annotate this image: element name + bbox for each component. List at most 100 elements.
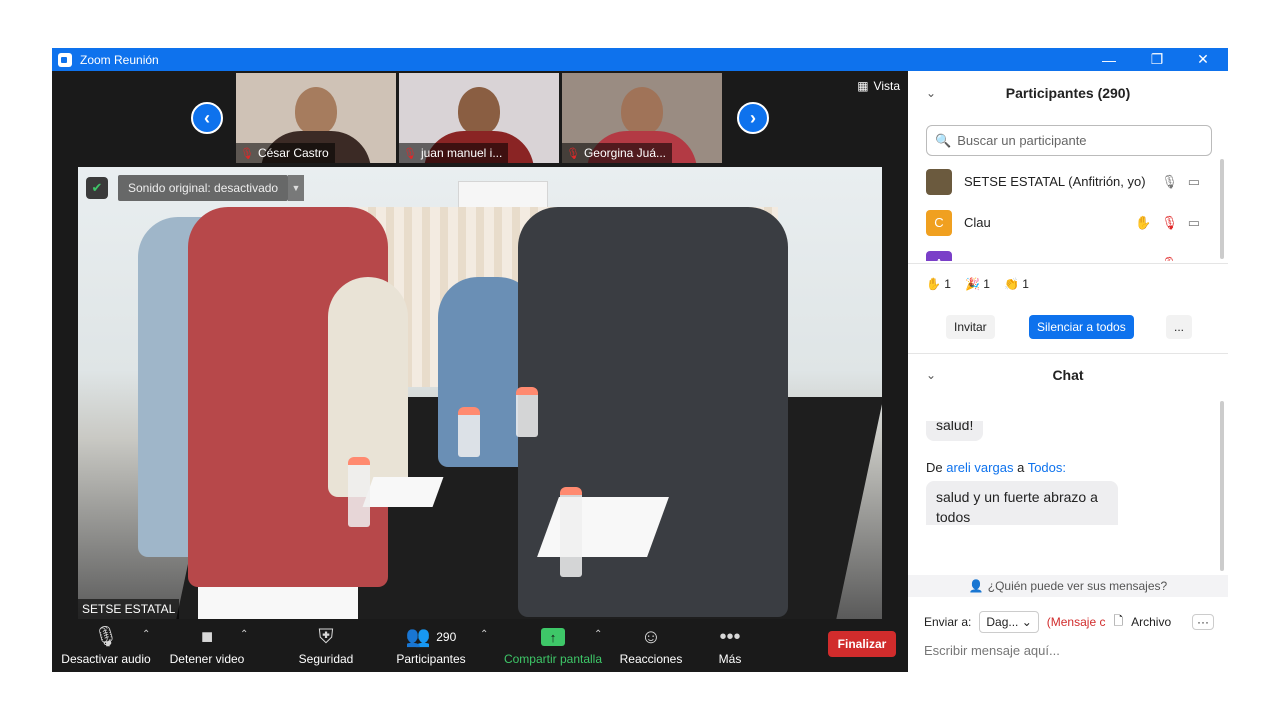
collapse-chevron-icon[interactable]: ⌄ [926, 368, 936, 382]
chat-message: salud! [926, 421, 984, 441]
thumbnail-name-text: Georgina Juá... [583, 146, 667, 160]
video-camera-icon[interactable]: ▭ [1188, 215, 1200, 231]
send-to-label: Enviar a: [924, 615, 972, 629]
participant-search-input[interactable]: 🔍 Buscar un participante [926, 125, 1212, 156]
participant-thumbnail[interactable]: 🎙 Georgina Juá... [562, 73, 722, 163]
thumbnail-strip: 🎙 César Castro 🎙 juan manuel i... 🎙 Geor… [236, 73, 722, 163]
avatar: C [926, 209, 952, 236]
next-page-button[interactable]: › [737, 102, 769, 134]
participants-icon: 👥 290 [405, 626, 457, 648]
ellipsis-icon: ••• [719, 626, 741, 648]
chat-scrollbar[interactable] [1220, 401, 1224, 571]
mic-muted-icon[interactable]: 🎙 [1161, 256, 1178, 262]
sender-name[interactable]: areli vargas [946, 460, 1013, 475]
close-button[interactable]: ✕ [1180, 48, 1226, 71]
collapse-chevron-icon[interactable]: ⌄ [926, 86, 936, 100]
invite-button[interactable]: Invitar [946, 315, 995, 339]
file-icon[interactable]: 🗋 [1113, 612, 1123, 633]
video-options-caret-icon[interactable]: ⌃ [240, 629, 248, 640]
stop-video-button[interactable]: ■ Detener video [162, 619, 252, 672]
title-bar: Zoom Reunión — ❐ ✕ [52, 48, 1228, 71]
video-area: ‹ 🎙 César Castro 🎙 juan manuel i... 🎙 Ge… [52, 71, 908, 672]
water-bottle [458, 407, 480, 457]
encryption-shield-icon[interactable]: ✔ [86, 177, 108, 199]
participant-list: SETSE ESTATAL (Anfitrión, yo) 🎙 ▭ C Clau… [908, 161, 1220, 261]
mic-muted-icon: 🎙 [240, 147, 254, 160]
mute-audio-button[interactable]: 🎙 Desactivar audio [60, 619, 152, 672]
prev-page-button[interactable]: ‹ [191, 102, 223, 134]
water-bottle [348, 457, 370, 527]
participants-caret-icon[interactable]: ⌃ [480, 629, 488, 640]
document-paper [362, 477, 444, 507]
thumbnail-name: 🎙 Georgina Juá... [562, 143, 673, 163]
thumbnail-name-text: César Castro [257, 146, 329, 160]
chat-message-input[interactable]: Escribir mensaje aquí... [924, 643, 1060, 658]
more-label: Más [718, 652, 742, 666]
chat-more-button[interactable]: ··· [1192, 614, 1214, 630]
share-options-caret-icon[interactable]: ⌃ [594, 629, 602, 640]
chevron-down-icon[interactable]: ▼ [288, 175, 304, 201]
side-panel: ⌄ Participantes (290) 🔍 Buscar un partic… [908, 71, 1228, 672]
clap-reaction: 👏 1 [1003, 277, 1029, 291]
end-meeting-button[interactable]: Finalizar [828, 631, 896, 657]
participant-face [295, 87, 337, 135]
participant-thumbnail[interactable]: 🎙 César Castro [236, 73, 396, 163]
reactions-button[interactable]: ☺ Reacciones [616, 619, 686, 672]
stop-video-label: Detener video [169, 652, 245, 666]
video-camera-icon[interactable]: ▭ [1188, 174, 1200, 190]
chat-messages: salud! De areli vargas a Todos: salud y … [908, 421, 1220, 525]
share-screen-button[interactable]: ↑ Compartir pantalla [500, 619, 606, 672]
more-button[interactable]: ••• Más [708, 619, 752, 672]
mic-muted-icon: 🎙 [566, 147, 580, 160]
participant-status: 🎙 ▭ [1161, 174, 1200, 190]
thumbnail-name: 🎙 César Castro [236, 143, 335, 163]
participant-status: ✋ 🎙 ▭ [1135, 215, 1200, 231]
video-off-icon[interactable]: ▭ [1188, 256, 1200, 262]
grid-icon: ▦ [857, 79, 869, 93]
zoom-app-icon [58, 52, 72, 67]
zoom-window: Zoom Reunión — ❐ ✕ ‹ 🎙 César Castro 🎙 ju… [52, 48, 1228, 672]
audio-options-caret-icon[interactable]: ⌃ [142, 629, 150, 640]
participants-more-button[interactable]: ... [1166, 315, 1193, 339]
send-to-row: Enviar a: Dag... ⌄ (Mensaje c 🗋 Archivo … [924, 611, 1214, 633]
chat-title: Chat [1052, 367, 1084, 383]
document-paper [537, 497, 669, 557]
maximize-button[interactable]: ❐ [1134, 48, 1180, 71]
participant-status: 🎙 ▭ [1161, 256, 1200, 262]
participant-row[interactable]: A acer 🎙 ▭ [908, 243, 1220, 261]
avatar: A [926, 250, 952, 261]
participants-button[interactable]: 👥 290 Participantes [388, 619, 474, 672]
microphone-icon: 🎙 [93, 626, 119, 648]
participant-row[interactable]: SETSE ESTATAL (Anfitrión, yo) 🎙 ▭ [908, 161, 1220, 202]
document-paper [198, 587, 358, 619]
participant-row[interactable]: C Clau ✋ 🎙 ▭ [908, 202, 1220, 243]
participant-thumbnail[interactable]: 🎙 juan manuel i... [399, 73, 559, 163]
original-sound-button[interactable]: Sonido original: desactivado [118, 175, 289, 201]
thumbnail-name: 🎙 juan manuel i... [399, 143, 509, 163]
smiley-plus-icon: ☺ [640, 626, 662, 648]
mute-all-button[interactable]: Silenciar a todos [1029, 315, 1134, 339]
search-placeholder: Buscar un participante [957, 133, 1087, 148]
security-button[interactable]: ⛨ Seguridad [288, 619, 364, 672]
view-label: Vista [873, 79, 900, 93]
raised-hand-icon: ✋ [1135, 214, 1152, 230]
celebration-reaction: 🎉 1 [964, 277, 990, 291]
mic-muted-icon[interactable]: 🎙 [1161, 215, 1178, 231]
water-bottle [516, 387, 538, 437]
video-camera-icon: ■ [200, 626, 214, 648]
participants-scrollbar[interactable] [1220, 159, 1224, 259]
who-can-see-label: ¿Quién puede ver sus mensajes? [987, 579, 1168, 593]
file-button[interactable]: Archivo [1131, 615, 1171, 629]
who-can-see-messages[interactable]: 👤 ¿Quién puede ver sus mensajes? [908, 575, 1228, 597]
mute-audio-label: Desactivar audio [61, 652, 151, 666]
minimize-button[interactable]: — [1086, 48, 1132, 71]
reactions-label: Reacciones [619, 652, 683, 666]
main-video: ✔ Sonido original: desactivado ▼ SETSE E… [78, 167, 882, 619]
microphone-icon[interactable]: 🎙 [1161, 174, 1178, 190]
chat-header: ⌄ Chat [908, 353, 1228, 397]
chat-message: salud y un fuerte abrazo a todos [926, 481, 1118, 525]
person-info-icon: 👤 [968, 579, 984, 593]
recipient-name: Todos: [1027, 460, 1067, 475]
send-to-select[interactable]: Dag... ⌄ [979, 611, 1039, 633]
view-button[interactable]: ▦ Vista [857, 79, 900, 93]
